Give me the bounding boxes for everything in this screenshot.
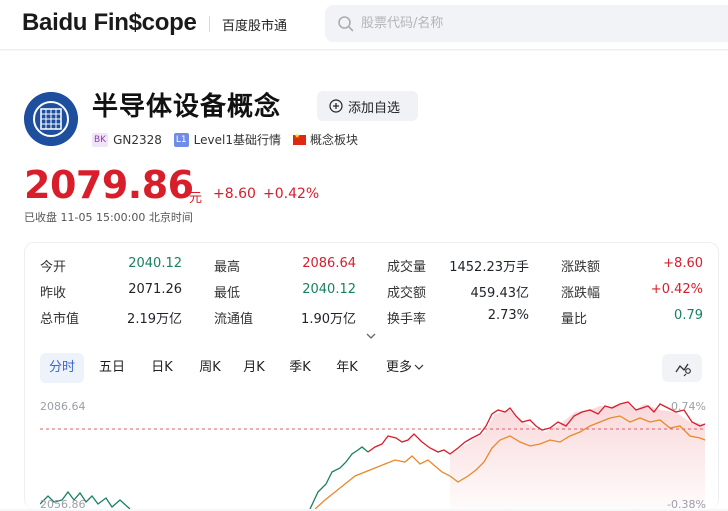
stat-value: 2.19万亿 <box>127 312 182 327</box>
stat-label: 涨跌额 <box>561 260 601 275</box>
tab-label: 分时 <box>48 360 75 375</box>
logo-subtitle[interactable]: 百度股市通 <box>222 15 287 34</box>
stat-value: 2040.12 <box>128 256 182 271</box>
stat-label: 最低 <box>214 286 241 301</box>
search-icon <box>338 16 354 32</box>
price-unit: 元 <box>189 191 203 206</box>
tab-0[interactable]: 分时 <box>40 353 84 383</box>
plus-circle-icon <box>329 99 343 113</box>
stat-value: +0.42% <box>650 282 703 297</box>
price-change-percent: +0.42% <box>263 186 320 202</box>
chart-tabs: 分时 五日 日K 周K 月K 季K 年K 更多 <box>40 353 720 383</box>
tab-7[interactable]: 更多 <box>377 353 433 383</box>
stat-label: 总市值 <box>40 312 80 327</box>
baidu-finscope-logo[interactable]: Baidu Fin$cope <box>22 9 197 37</box>
tab-3[interactable]: 周K <box>188 353 232 383</box>
top-bar: Baidu Fin$cope 百度股市通 <box>0 0 728 50</box>
level1-badge: L1 <box>173 132 189 147</box>
concept-label: 概念板块 <box>309 133 358 147</box>
stat-label: 最高 <box>214 260 241 275</box>
current-price: 2079.86 <box>24 163 194 207</box>
stat-label: 成交额 <box>387 286 427 301</box>
stat-value: 2040.12 <box>302 282 356 297</box>
search-box[interactable] <box>325 5 728 42</box>
chevron-down-icon[interactable] <box>365 331 377 341</box>
price-line-green-2 <box>309 446 369 509</box>
tab-label: 更多 <box>385 360 412 375</box>
sector-code: GN2328 <box>113 132 162 147</box>
logo-divider <box>209 16 210 32</box>
tab-1[interactable]: 五日 <box>90 353 134 383</box>
bk-badge: BK <box>92 132 109 147</box>
tag-code: BK GN2328 <box>92 132 162 147</box>
china-flag-icon <box>292 132 306 145</box>
tag-concept[interactable]: 概念板块 <box>292 131 358 148</box>
add-favorite-label: 添加自选 <box>348 100 401 116</box>
stat-value: +8.60 <box>663 256 703 271</box>
tab-label: 季K <box>289 360 311 375</box>
chevron-down-icon <box>414 364 424 370</box>
stat-label: 今开 <box>40 260 67 275</box>
stat-label: 涨跌幅 <box>561 286 601 301</box>
tab-label: 五日 <box>98 360 125 375</box>
market-status: 已收盘 11-05 15:00:00 北京时间 <box>24 211 193 224</box>
tab-label: 日K <box>151 360 173 375</box>
stat-value: 1.90万亿 <box>301 312 356 327</box>
stat-label: 流通值 <box>214 312 254 327</box>
tab-2[interactable]: 日K <box>140 353 184 383</box>
intraday-chart[interactable]: 2086.64 2056.86 0.74% -0.38% <box>40 392 706 511</box>
stat-value: 2.73% <box>487 308 529 323</box>
level1-label: Level1基础行情 <box>193 133 281 147</box>
stat-value: 0.79 <box>674 308 703 323</box>
sector-logo-icon <box>24 92 78 146</box>
tab-4[interactable]: 月K <box>232 353 276 383</box>
y-axis-bottom-label: 2056.86 <box>40 498 86 511</box>
stat-label: 昨收 <box>40 286 67 301</box>
tab-label: 月K <box>243 360 265 375</box>
tab-label: 周K <box>199 360 221 375</box>
intraday-chart-svg <box>40 401 705 509</box>
stat-value: 459.43亿 <box>470 286 530 301</box>
pct-axis-top-label: 0.74% <box>671 400 706 413</box>
price-change: +8.60 <box>213 186 256 202</box>
sector-title: 半导体设备概念 <box>92 92 282 122</box>
y-axis-top-label: 2086.64 <box>40 400 86 413</box>
stat-label: 量比 <box>561 312 588 327</box>
draw-tool-icon <box>675 363 691 377</box>
draw-tool-button[interactable] <box>662 354 702 382</box>
tag-level1[interactable]: L1 Level1基础行情 <box>173 131 281 148</box>
stat-label: 换手率 <box>387 312 427 327</box>
sector-tags: BK GN2328 L1 Level1基础行情 概念板块 <box>92 131 370 148</box>
tab-6[interactable]: 年K <box>325 353 369 383</box>
stat-value: 1452.23万手 <box>449 260 529 275</box>
stat-value: 2086.64 <box>302 256 356 271</box>
stat-label: 成交量 <box>387 260 427 275</box>
stat-value: 2071.26 <box>128 282 182 297</box>
pct-axis-bottom-label: -0.38% <box>667 498 706 511</box>
tab-5[interactable]: 季K <box>278 353 322 383</box>
tab-label: 年K <box>336 360 358 375</box>
search-input[interactable] <box>361 13 701 33</box>
add-favorite-button[interactable]: 添加自选 <box>317 91 418 121</box>
